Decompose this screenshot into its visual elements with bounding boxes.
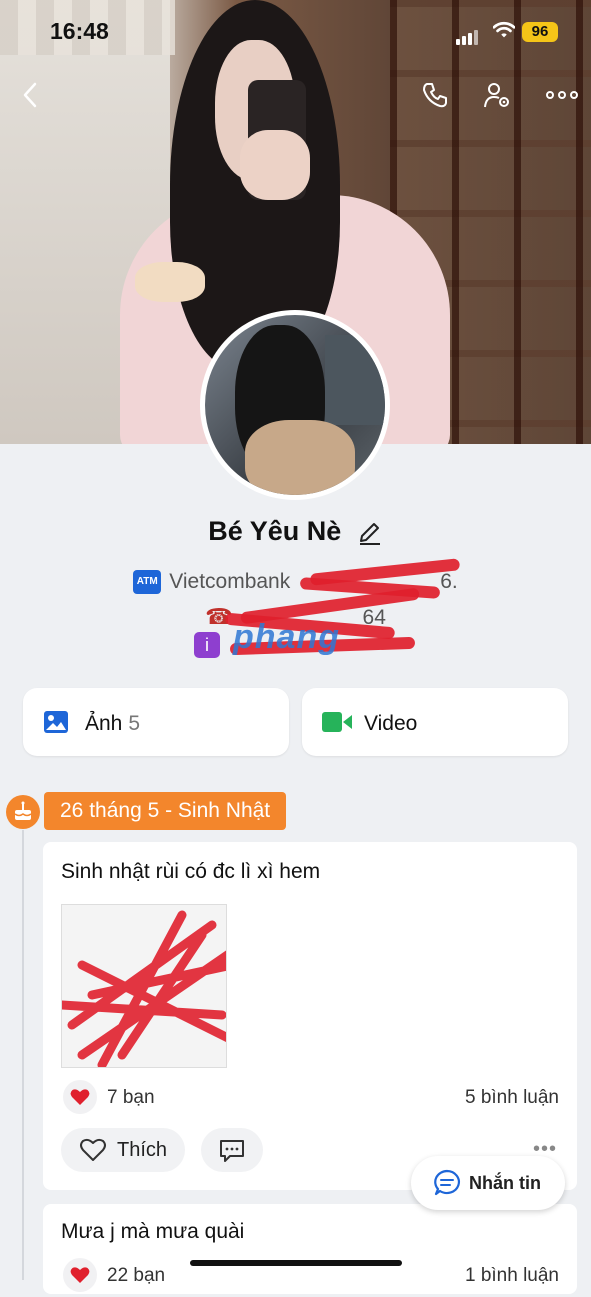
birthday-cake-icon: [6, 795, 40, 829]
status-time: 16:48: [50, 18, 109, 44]
bio-bank-suffix: 6.: [440, 570, 458, 593]
status-bar: 16:48 96: [0, 0, 591, 60]
videos-label: Video: [364, 712, 418, 735]
post-text: Sinh nhật rùi có đc lì xì hem: [61, 860, 321, 883]
date-badge: 26 tháng 5 - Sinh Nhật: [44, 792, 287, 830]
home-indicator: [190, 1260, 402, 1266]
comments-count[interactable]: 5 bình luận: [465, 1087, 559, 1109]
back-icon[interactable]: [16, 80, 46, 110]
redaction-scribble-image: [62, 910, 226, 1067]
signal-icon: [456, 27, 480, 45]
bio-bank-line: ATM Vietcombank 6.: [0, 570, 591, 595]
message-button[interactable]: Nhắn tin: [411, 1156, 565, 1210]
bio-bank-text: Vietcombank: [169, 570, 291, 593]
post-card[interactable]: Mưa j mà mưa quài 22 bạn 1 bình luận: [43, 1204, 577, 1294]
edit-pencil-icon[interactable]: [357, 520, 383, 546]
post-text: Mưa j mà mưa quài: [61, 1220, 245, 1243]
more-options-icon[interactable]: [545, 80, 579, 110]
like-label: Thích: [117, 1139, 168, 1161]
photos-label: Ảnh: [85, 712, 123, 735]
comment-button[interactable]: [201, 1128, 263, 1172]
profile-name-row: Bé Yêu Nè: [0, 516, 591, 547]
heart-reaction-icon: [63, 1080, 97, 1114]
avatar-photo: [205, 315, 385, 495]
video-icon: [322, 712, 352, 732]
likes-count[interactable]: 22 bạn: [107, 1265, 165, 1287]
message-label: Nhắn tin: [469, 1173, 541, 1193]
photo-icon: [44, 711, 68, 733]
profile-name: Bé Yêu Nè: [208, 516, 342, 546]
info-person-icon: i: [194, 632, 220, 658]
profile-settings-icon[interactable]: [482, 80, 512, 110]
heart-reaction-icon: [63, 1258, 97, 1292]
chat-bubble-icon: [434, 1169, 460, 1196]
cover-hand: [240, 130, 310, 200]
atm-icon: ATM: [133, 570, 162, 595]
likes-count[interactable]: 7 bạn: [107, 1087, 155, 1109]
heart-outline-icon: [80, 1138, 106, 1161]
phone-call-icon[interactable]: [420, 80, 450, 110]
photos-tile[interactable]: Ảnh 5: [23, 688, 289, 756]
post-image[interactable]: [61, 904, 227, 1068]
like-button[interactable]: Thích: [61, 1128, 185, 1172]
timeline-line: [22, 830, 24, 1280]
avatar[interactable]: [200, 310, 390, 500]
comment-icon: [220, 1140, 244, 1162]
videos-tile[interactable]: Video: [302, 688, 568, 756]
comments-count[interactable]: 1 bình luận: [465, 1265, 559, 1287]
photos-count: 5: [128, 712, 141, 735]
cover-bow: [135, 262, 205, 302]
post-card[interactable]: Sinh nhật rùi có đc lì xì hem 7 bạn 5 bì…: [43, 842, 577, 1190]
wifi-icon: [493, 21, 515, 38]
battery-badge: 96: [522, 22, 558, 42]
watermark-text: phang: [233, 618, 340, 656]
